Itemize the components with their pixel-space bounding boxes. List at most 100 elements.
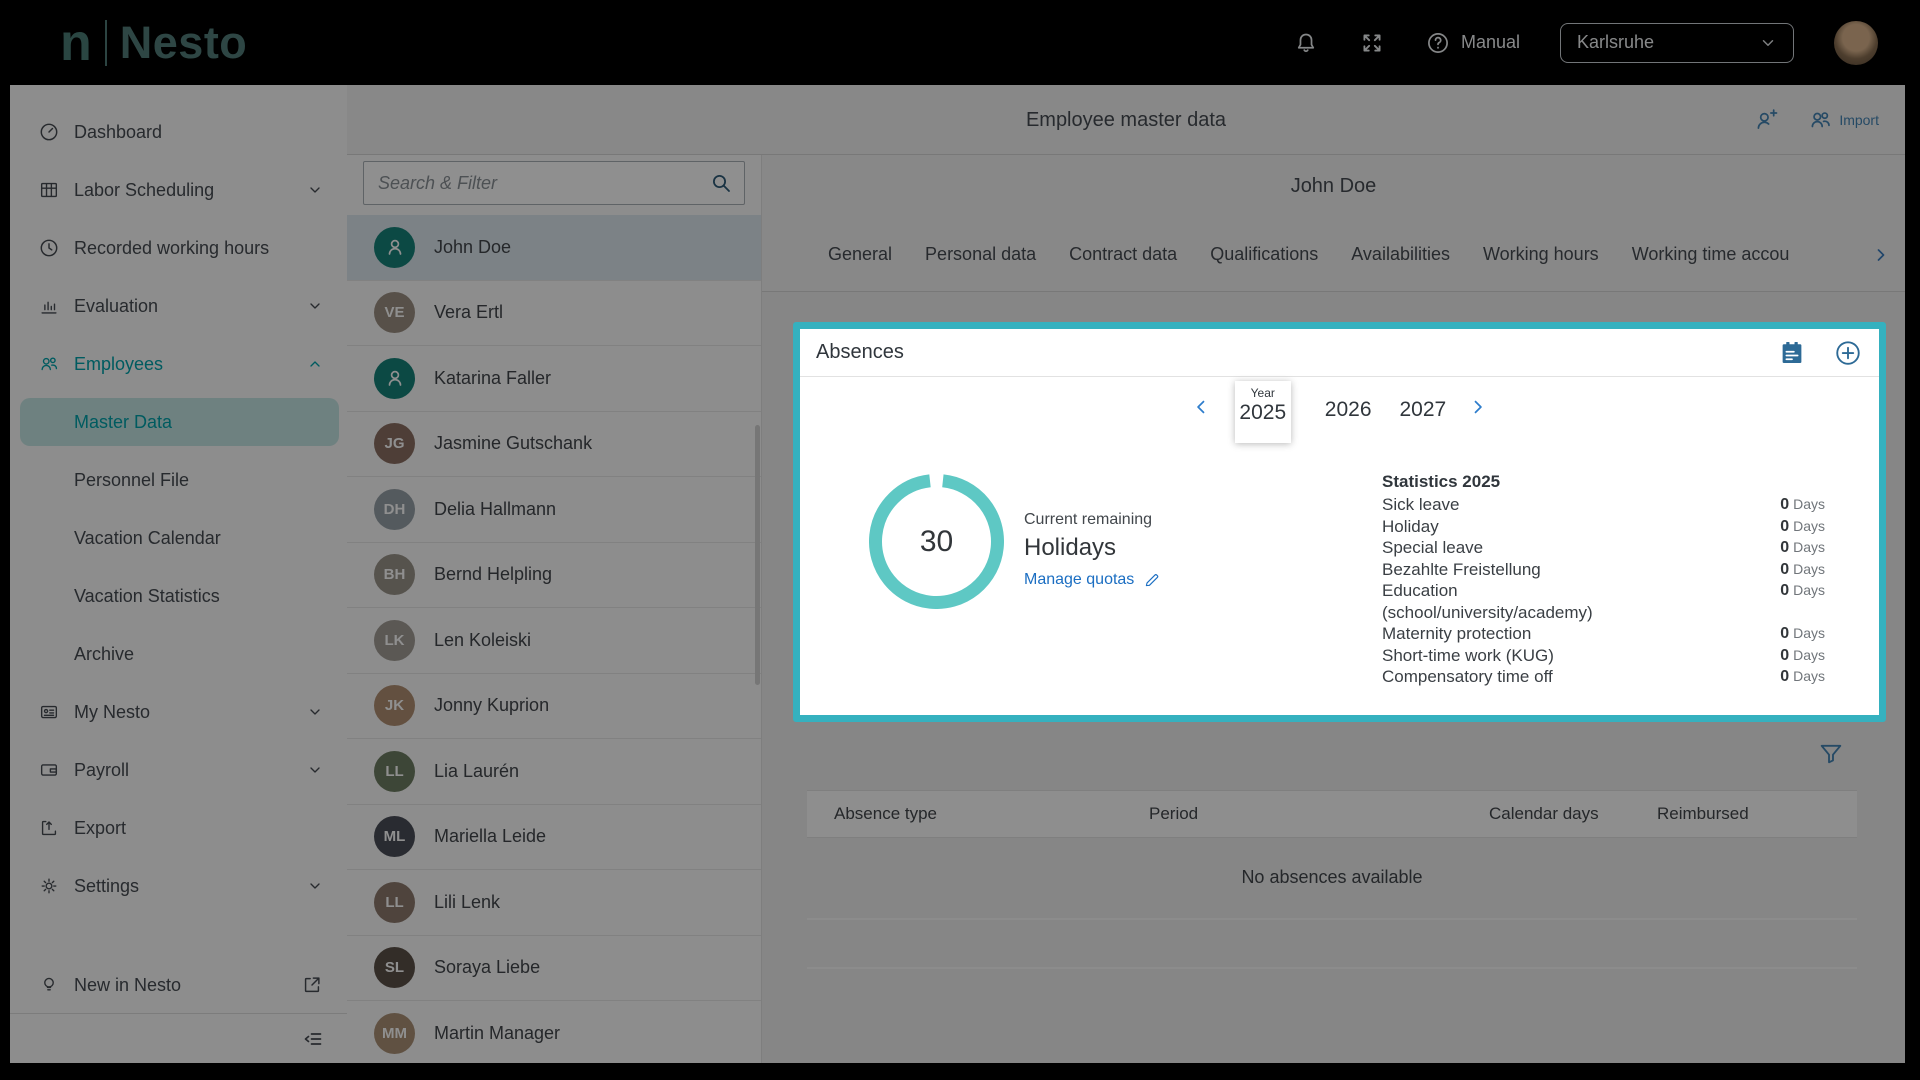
sidebar-subitem-master-data[interactable]: Master Data [20,398,339,446]
employee-name: Lia Laurén [434,761,519,782]
tabs-scroll-right-icon[interactable] [1871,245,1891,265]
tab-personal-data[interactable]: Personal data [925,244,1036,265]
sidebar-item-payroll[interactable]: Payroll [10,741,347,799]
collapse-sidebar-icon[interactable] [301,1027,325,1051]
location-value: Karlsruhe [1577,32,1654,53]
previous-year-icon[interactable] [1191,397,1211,417]
people-icon [38,353,60,375]
sidebar-item-employees[interactable]: Employees [10,335,347,393]
new-in-nesto-link[interactable]: New in Nesto [10,957,347,1013]
statistics-title: Statistics 2025 [1382,470,1825,494]
notifications-bell-icon[interactable] [1293,30,1319,56]
list-item-employee[interactable]: LL Lili Lenk [347,870,761,936]
tab-general[interactable]: General [828,244,892,265]
list-item-employee[interactable]: ML Mariella Leide [347,805,761,871]
sidebar-item-recorded-working-hours[interactable]: Recorded working hours [10,219,347,277]
person-icon [383,235,407,259]
app-window: n Nesto Manual [0,0,1920,1080]
sidebar-subitem-archive[interactable]: Archive [10,625,347,683]
search-input[interactable] [363,161,745,205]
absence-calendar-icon[interactable] [1777,338,1807,368]
manual-help-button[interactable]: Manual [1425,30,1520,56]
avatar: BH [374,554,415,595]
year-caption: Year [1239,386,1287,400]
year-selector: Year 2025 2026 2027 [800,377,1879,443]
stat-value: 0Days [1780,645,1825,667]
list-item-employee[interactable]: LK Len Koleiski [347,608,761,674]
list-item-employee[interactable]: LL Lia Laurén [347,739,761,805]
list-item-employee[interactable]: Katarina Faller [347,346,761,412]
tab-working-hours[interactable]: Working hours [1483,244,1599,265]
employee-name: Len Koleiski [434,630,531,651]
fullscreen-expand-icon[interactable] [1359,30,1385,56]
bar-chart-icon [38,295,60,317]
sidebar-item-evaluation[interactable]: Evaluation [10,277,347,335]
absences-table-header: Absence type Period Calendar days Reimbu… [807,790,1857,838]
tab-contract-data[interactable]: Contract data [1069,244,1177,265]
import-button[interactable]: Import [1807,107,1879,133]
manual-label: Manual [1461,32,1520,53]
list-item-employee[interactable]: John Doe [347,215,761,281]
top-bar: n Nesto Manual [0,0,1920,85]
list-item-employee[interactable]: JK Jonny Kuprion [347,674,761,740]
sidebar-subitem-vacation-statistics[interactable]: Vacation Statistics [10,567,347,625]
location-select[interactable]: Karlsruhe [1560,23,1794,63]
page-title: Employee master data [347,85,1905,155]
sidebar-item-settings[interactable]: Settings [10,857,347,915]
sidebar-subitem-vacation-calendar[interactable]: Vacation Calendar [10,509,347,567]
list-item-employee[interactable]: VE Vera Ertl [347,281,761,347]
page-header: Employee master data Import [347,85,1905,155]
pencil-icon[interactable] [1143,571,1161,589]
sidebar-subitem-personnel-file[interactable]: Personnel File [10,451,347,509]
tab-working-time-account[interactable]: Working time accou [1632,244,1790,265]
avatar: VE [374,292,415,333]
list-item-employee[interactable]: SL Soraya Liebe [347,936,761,1002]
nesto-logo[interactable]: n Nesto [60,0,247,85]
import-label: Import [1839,112,1879,128]
chevron-down-icon [307,182,323,198]
stat-value: 0Days [1780,494,1825,516]
manage-quotas-link[interactable]: Manage quotas [1024,571,1134,589]
employee-name: Delia Hallmann [434,499,556,520]
tab-qualifications[interactable]: Qualifications [1210,244,1318,265]
list-item-employee[interactable]: MM Martin Manager [347,1001,761,1063]
list-item-employee[interactable]: BH Bernd Helpling [347,543,761,609]
employee-name: Bernd Helpling [434,564,552,585]
user-avatar[interactable] [1834,21,1878,65]
absences-card: Absences [793,322,1886,722]
add-employee-button[interactable] [1753,107,1779,133]
column-reimbursed: Reimbursed [1630,804,1857,824]
tab-availabilities[interactable]: Availabilities [1351,244,1450,265]
detail-header: John Doe General Personal data Contract … [762,155,1905,292]
list-item-employee[interactable]: JG Jasmine Gutschank [347,412,761,478]
year-option[interactable]: 2027 [1400,398,1447,443]
add-absence-icon[interactable] [1833,338,1863,368]
sidebar-item-export[interactable]: Export [10,799,347,857]
column-calendar-days: Calendar days [1462,804,1630,824]
sidebar-subitem-label: Master Data [74,412,172,433]
avatar [374,358,415,399]
column-absence-type: Absence type [807,804,1122,824]
sidebar-item-label: Labor Scheduling [74,180,307,201]
stat-value: 0Days [1780,516,1825,538]
year-option[interactable]: 2026 [1325,398,1372,443]
sidebar: Dashboard Labor Scheduling Recorded work… [10,85,347,1063]
employee-detail-title: John Doe [762,155,1905,217]
list-item-employee[interactable]: DH Delia Hallmann [347,477,761,543]
logo-n-glyph: n [60,17,92,69]
chevron-down-icon [1759,34,1777,52]
sidebar-collapse-row [10,1014,347,1063]
next-year-icon[interactable] [1468,397,1488,417]
empty-table-message: No absences available [807,867,1857,888]
stat-value: 0Days [1780,580,1825,602]
sidebar-item-dashboard[interactable]: Dashboard [10,103,347,161]
list-scrollbar[interactable] [755,425,760,685]
selected-year[interactable]: Year 2025 [1235,381,1291,443]
sidebar-item-my-nesto[interactable]: My Nesto [10,683,347,741]
statistics-block: Statistics 2025 Sick leave 0Days Holiday… [1382,470,1825,688]
sidebar-item-labor-scheduling[interactable]: Labor Scheduling [10,161,347,219]
search-icon[interactable] [709,171,733,195]
logo-divider [105,20,107,66]
filter-funnel-icon[interactable] [1817,740,1845,768]
stat-row: Short-time work (KUG) 0Days [1382,645,1825,667]
